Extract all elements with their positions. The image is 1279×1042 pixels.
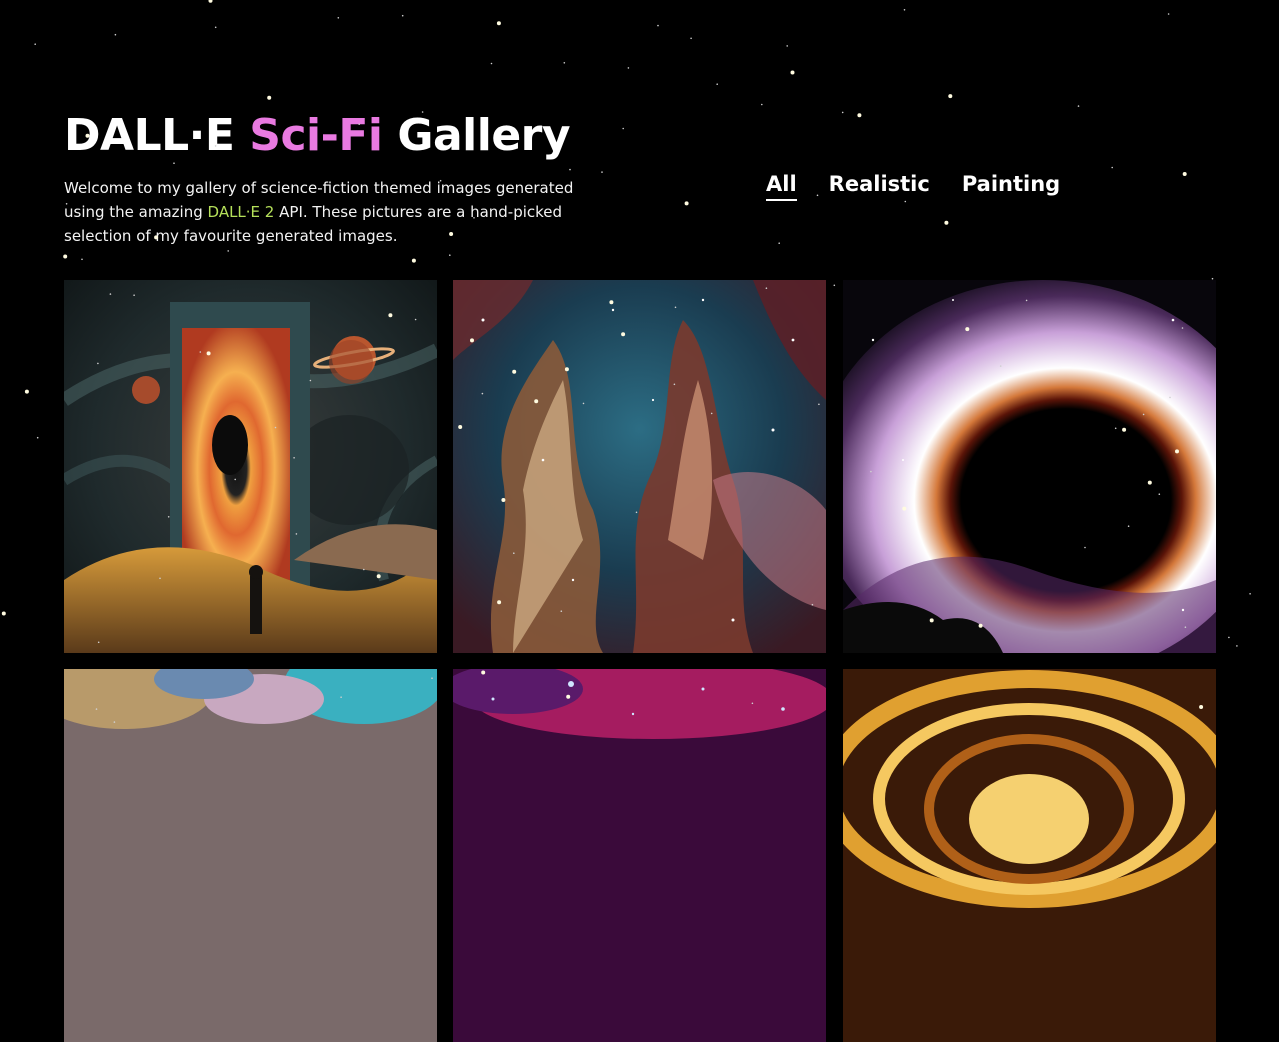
dalle-link[interactable]: DALL·E 2 xyxy=(208,203,275,221)
star xyxy=(690,37,692,40)
gallery-image-black-hole[interactable] xyxy=(843,280,1216,653)
star xyxy=(36,436,39,439)
star xyxy=(34,43,36,45)
star xyxy=(948,94,953,99)
star xyxy=(716,83,718,85)
title-scifi: Sci-Fi xyxy=(249,110,383,161)
star xyxy=(627,67,630,69)
star xyxy=(401,14,404,17)
colorful-nebula-image xyxy=(64,669,437,1042)
star xyxy=(63,254,68,259)
star xyxy=(496,21,501,26)
filter-painting[interactable]: Painting xyxy=(962,172,1060,201)
star xyxy=(1182,172,1187,176)
star xyxy=(1228,636,1230,639)
gallery-image-nebula[interactable] xyxy=(453,280,826,653)
star xyxy=(657,24,659,27)
star xyxy=(601,171,603,173)
page-title: DALL·E Sci-Fi Gallery xyxy=(64,108,1216,164)
star xyxy=(1236,645,1238,647)
pink-star-field-image xyxy=(453,669,826,1042)
star xyxy=(267,95,272,100)
filter-nav: All Realistic Painting xyxy=(766,172,1060,201)
star xyxy=(778,242,780,244)
star xyxy=(114,33,117,36)
star xyxy=(411,258,416,263)
star xyxy=(833,284,836,287)
filter-realistic[interactable]: Realistic xyxy=(829,172,930,201)
portal-painting-image xyxy=(64,280,437,653)
gallery-image-portal[interactable] xyxy=(64,280,437,653)
star xyxy=(1111,166,1113,169)
star xyxy=(214,26,217,29)
star xyxy=(790,70,795,75)
star xyxy=(569,168,571,171)
star xyxy=(81,258,83,261)
star xyxy=(786,45,788,47)
title-gallery: Gallery xyxy=(397,110,571,161)
gallery-image-golden-vortex[interactable] xyxy=(843,669,1216,1042)
star xyxy=(563,62,566,64)
star xyxy=(449,254,451,256)
star xyxy=(944,220,949,225)
star xyxy=(1,611,6,616)
star xyxy=(227,250,229,252)
star xyxy=(337,17,340,19)
gallery-image-star-field[interactable] xyxy=(453,669,826,1042)
gallery-image-colorful-nebula[interactable] xyxy=(64,669,437,1042)
intro-text: Welcome to my gallery of science-fiction… xyxy=(64,176,584,248)
black-hole-image xyxy=(843,280,1216,653)
star xyxy=(903,9,906,11)
star xyxy=(761,103,763,106)
title-dalle: DALL·E xyxy=(64,110,235,161)
star xyxy=(208,0,213,3)
star xyxy=(684,201,689,206)
nebula-pillars-image xyxy=(453,280,826,653)
star xyxy=(490,62,493,65)
star xyxy=(1077,105,1080,107)
star xyxy=(1167,13,1170,15)
filter-all[interactable]: All xyxy=(766,172,797,201)
star xyxy=(24,389,29,394)
golden-vortex-image xyxy=(843,669,1216,1042)
star xyxy=(1249,593,1251,595)
